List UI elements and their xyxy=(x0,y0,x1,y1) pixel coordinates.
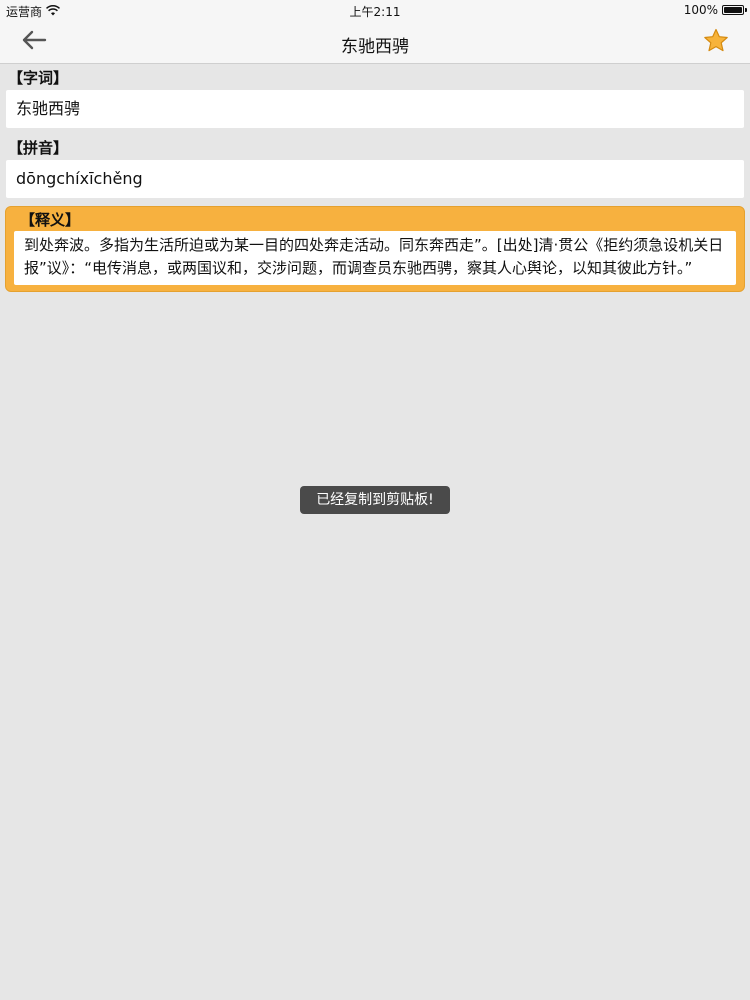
pinyin-value[interactable]: dōngchíxīchěng xyxy=(6,160,744,198)
favorite-button[interactable] xyxy=(702,28,730,56)
pinyin-label: 【拼音】 xyxy=(8,139,69,157)
page-title: 东驰西骋 xyxy=(341,37,409,57)
content-area: 【字词】 东驰西骋 【拼音】 dōngchíxīchěng 【释义】 到处奔波。… xyxy=(0,64,750,292)
copied-toast: 已经复制到剪贴板! xyxy=(300,486,450,514)
battery-icon xyxy=(722,5,747,15)
screen: 运营商 上午2:11 100% 东驰西骋 【字词】 东驰西骋 【拼音】 dōng… xyxy=(0,0,750,1000)
meaning-label: 【释义】 xyxy=(20,211,81,229)
battery-level xyxy=(724,7,742,13)
meaning-card[interactable]: 【释义】 到处奔波。多指为生活所迫或为某一目的四处奔走活动。同东奔西走”。[出处… xyxy=(5,206,745,292)
status-bar: 运营商 上午2:11 100% xyxy=(0,0,750,22)
battery-group: 100% xyxy=(683,3,747,17)
meaning-text[interactable]: 到处奔波。多指为生活所迫或为某一目的四处奔走活动。同东奔西走”。[出处]清·贯公… xyxy=(14,231,736,285)
word-label: 【字词】 xyxy=(8,69,69,87)
navigation-bar: 东驰西骋 xyxy=(0,22,750,64)
battery-percent: 100% xyxy=(683,3,718,17)
status-time: 上午2:11 xyxy=(349,5,401,19)
star-icon xyxy=(703,28,729,57)
word-value[interactable]: 东驰西骋 xyxy=(6,90,744,128)
